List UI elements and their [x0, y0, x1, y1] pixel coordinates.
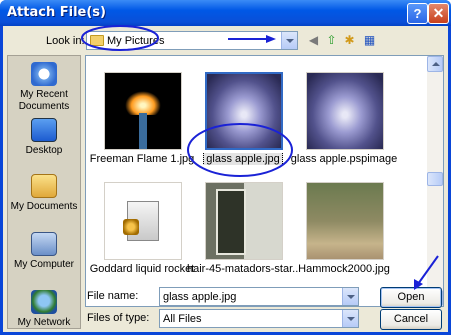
- dropdown-arrow-icon[interactable]: [281, 32, 297, 49]
- look-in-dropdown[interactable]: My Pictures: [86, 31, 298, 50]
- file-list[interactable]: Freeman Flame 1.jpg glass apple.jpg glas…: [85, 55, 444, 307]
- look-in-value: My Pictures: [107, 35, 165, 47]
- place-my-documents[interactable]: My Documents: [8, 174, 80, 213]
- file-name: Hammock2000.jpg: [298, 263, 390, 275]
- folder-icon: [90, 35, 104, 46]
- file-thumbnail: [306, 72, 384, 150]
- file-item-selected[interactable]: glass apple.jpg: [193, 68, 293, 180]
- place-label: My Network: [17, 317, 71, 328]
- place-my-computer[interactable]: My Computer: [8, 232, 80, 271]
- place-recent-documents[interactable]: My Recent Documents: [8, 62, 80, 113]
- file-thumbnail: [306, 182, 384, 260]
- cancel-button[interactable]: Cancel: [380, 309, 442, 330]
- window-title: Attach File(s): [7, 5, 106, 20]
- dropdown-arrow-icon[interactable]: [342, 288, 358, 305]
- dialog-body: Look in: My Pictures ◀ ⇧ ✱ ▦ My Recent D…: [3, 26, 448, 332]
- file-name-value: glass apple.jpg: [163, 291, 237, 303]
- my-network-icon: [31, 290, 57, 314]
- up-folder-icon[interactable]: ⇧: [323, 32, 340, 49]
- views-menu-icon[interactable]: ▦: [361, 32, 378, 49]
- file-item[interactable]: Hammock2000.jpg: [294, 178, 394, 290]
- file-name: glass apple.pspimage: [290, 153, 398, 165]
- places-bar: My Recent Documents Desktop My Documents…: [7, 55, 81, 329]
- place-desktop[interactable]: Desktop: [8, 118, 80, 157]
- title-bar[interactable]: Attach File(s) ? ✕: [0, 0, 451, 26]
- close-button[interactable]: ✕: [428, 3, 449, 24]
- file-name: glass apple.jpg: [203, 153, 283, 165]
- file-item[interactable]: glass apple.pspimage: [290, 68, 398, 180]
- vertical-scrollbar[interactable]: [427, 56, 443, 306]
- file-type-value: All Files: [163, 313, 202, 325]
- file-type-dropdown[interactable]: All Files: [159, 309, 359, 328]
- place-label: My Computer: [13, 259, 74, 270]
- open-button[interactable]: Open: [380, 287, 442, 308]
- desktop-icon: [31, 118, 57, 142]
- file-name: hair-45-matadors-star...: [187, 263, 299, 275]
- file-name-field[interactable]: glass apple.jpg: [159, 287, 359, 306]
- file-item[interactable]: hair-45-matadors-star...: [187, 178, 299, 290]
- recent-documents-icon: [31, 62, 57, 86]
- help-button[interactable]: ?: [407, 3, 428, 24]
- dropdown-arrow-icon[interactable]: [342, 310, 358, 327]
- scroll-thumb[interactable]: [427, 172, 443, 186]
- file-name-label: File name:: [87, 290, 139, 302]
- place-my-network[interactable]: My Network: [8, 290, 80, 329]
- file-name: Goddard liquid rocket: [89, 263, 195, 275]
- look-in-label: Look in:: [46, 35, 85, 47]
- place-label: Desktop: [25, 145, 63, 156]
- scroll-up-button[interactable]: [427, 56, 443, 72]
- file-thumbnail: [205, 182, 283, 260]
- file-item[interactable]: Freeman Flame 1.jpg: [89, 68, 195, 180]
- attach-files-dialog: Attach File(s) ? ✕ Look in: My Pictures …: [0, 0, 451, 335]
- file-thumbnail: [104, 72, 182, 150]
- file-name: Freeman Flame 1.jpg: [89, 153, 195, 165]
- file-thumbnail: [205, 72, 283, 150]
- new-folder-icon[interactable]: ✱: [341, 32, 358, 49]
- file-thumbnail: [104, 182, 182, 260]
- file-item[interactable]: Goddard liquid rocket: [89, 178, 195, 290]
- back-icon[interactable]: ◀: [305, 32, 322, 49]
- place-label: My Documents: [10, 201, 78, 212]
- my-computer-icon: [31, 232, 57, 256]
- place-label: My Recent Documents: [18, 89, 70, 112]
- file-type-label: Files of type:: [87, 312, 150, 324]
- my-documents-icon: [31, 174, 57, 198]
